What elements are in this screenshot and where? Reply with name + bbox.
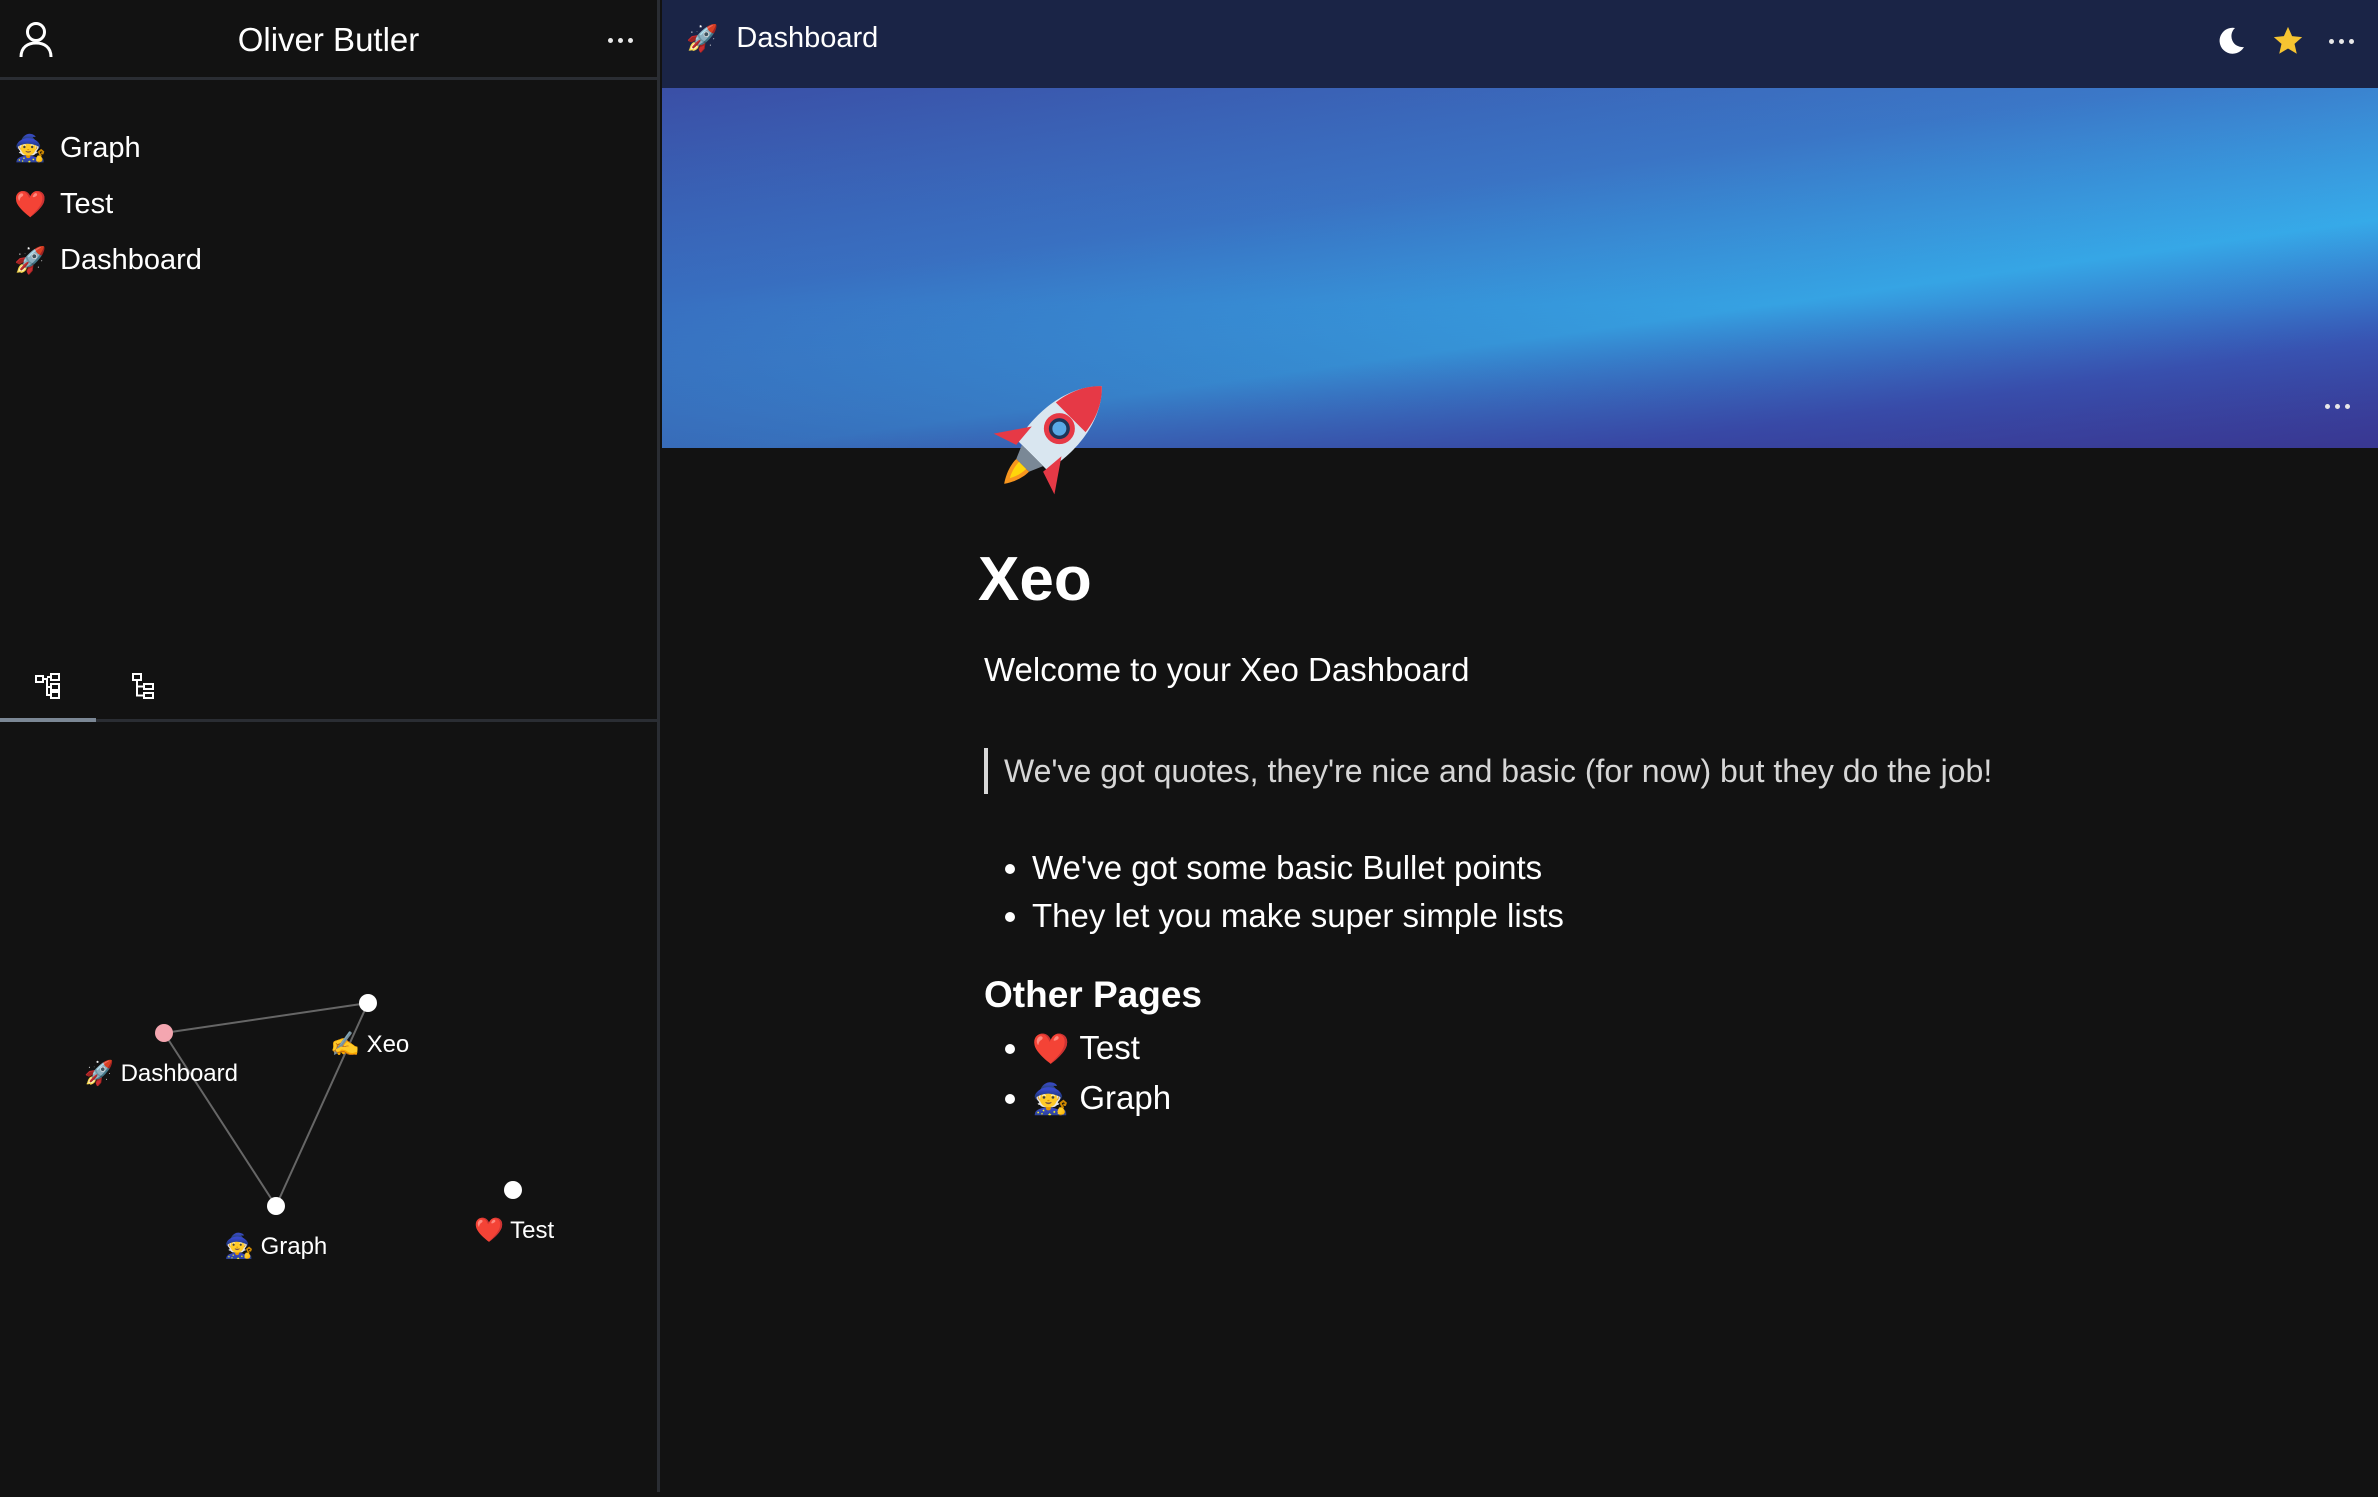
main-panel: 🚀 Dashboard Xeo Welcome to your Xeo Dash…: [662, 0, 2378, 1492]
graph-label-dashboard: 🚀 Dashboard: [84, 1059, 238, 1087]
sidebar-item-test[interactable]: ❤️ Test: [0, 176, 657, 232]
sidebar-tabs: [0, 652, 657, 722]
wizard-icon: 🧙: [1032, 1083, 1070, 1116]
wizard-icon: 🧙: [14, 132, 47, 163]
sidebar-item-dashboard[interactable]: 🚀 Dashboard: [0, 232, 657, 288]
graph-label-graph: 🧙 Graph: [224, 1232, 327, 1260]
graph-node-test[interactable]: [504, 1181, 522, 1199]
list-item: We've got some basic Bullet points: [1032, 844, 2284, 892]
cover-more-icon[interactable]: [2325, 401, 2350, 411]
breadcrumb-label: Dashboard: [736, 22, 879, 54]
sidebar-item-label: Test: [60, 187, 114, 220]
sidebar-header: Oliver Butler: [0, 0, 657, 80]
rocket-icon: 🚀: [686, 23, 719, 53]
page-link-graph[interactable]: 🧙 Graph: [1032, 1074, 2284, 1124]
welcome-text: Welcome to your Xeo Dashboard: [984, 651, 1470, 688]
graph-label-xeo: ✍️ Xeo: [330, 1031, 409, 1058]
heart-icon: ❤️: [14, 188, 47, 219]
page-rocket-icon[interactable]: [978, 360, 1128, 510]
sidebar-item-label: Dashboard: [60, 243, 202, 276]
sidebar-item-label: Graph: [60, 131, 141, 164]
page-more-icon[interactable]: [2329, 36, 2354, 46]
list-item: They let you make super simple lists: [1032, 892, 2284, 940]
page-link-label: Graph: [1079, 1079, 1172, 1116]
quote-block: We've got quotes, they're nice and basic…: [984, 748, 2284, 794]
bullet-list: We've got some basic Bullet points They …: [984, 844, 2284, 940]
tab-tree-view[interactable]: [96, 652, 192, 722]
breadcrumb[interactable]: 🚀 Dashboard: [686, 22, 878, 55]
other-pages-list: ❤️ Test 🧙 Graph: [984, 1024, 2284, 1124]
sidebar-item-graph[interactable]: 🧙 Graph: [0, 120, 657, 176]
top-actions: [2215, 24, 2354, 58]
graph-view-icon: [35, 673, 60, 699]
sidebar-more-icon[interactable]: [608, 35, 633, 45]
rocket-icon: 🚀: [14, 244, 47, 275]
graph-node-graph[interactable]: [267, 1197, 285, 1215]
page-link-label: Test: [1079, 1029, 1140, 1066]
top-bar: 🚀 Dashboard: [662, 0, 2378, 88]
sidebar: Oliver Butler 🧙 Graph ❤️ Test 🚀 Dashboar…: [0, 0, 660, 1492]
graph-node-dashboard[interactable]: [155, 1024, 173, 1042]
star-icon[interactable]: [2271, 24, 2305, 58]
other-pages-heading: Other Pages: [984, 974, 1202, 1015]
page-link-test[interactable]: ❤️ Test: [1032, 1024, 2284, 1074]
page-content: Xeo Welcome to your Xeo Dashboard We've …: [978, 540, 2284, 1124]
page-title: Xeo: [978, 545, 1092, 614]
sidebar-nav: 🧙 Graph ❤️ Test 🚀 Dashboard: [0, 120, 657, 288]
tab-graph-view[interactable]: [0, 652, 96, 722]
graph-node-xeo[interactable]: [359, 994, 377, 1012]
heart-icon: ❤️: [1032, 1033, 1070, 1066]
graph-canvas[interactable]: 🚀 Dashboard ✍️ Xeo 🧙 Graph ❤️ Test: [0, 722, 657, 1492]
graph-view[interactable]: 🚀 Dashboard ✍️ Xeo 🧙 Graph ❤️ Test: [0, 722, 657, 1492]
tree-view-icon: [132, 673, 154, 699]
graph-label-test: ❤️ Test: [474, 1217, 554, 1244]
moon-icon[interactable]: [2215, 25, 2247, 57]
cover-banner: [662, 88, 2378, 448]
user-name: Oliver Butler: [237, 21, 420, 58]
